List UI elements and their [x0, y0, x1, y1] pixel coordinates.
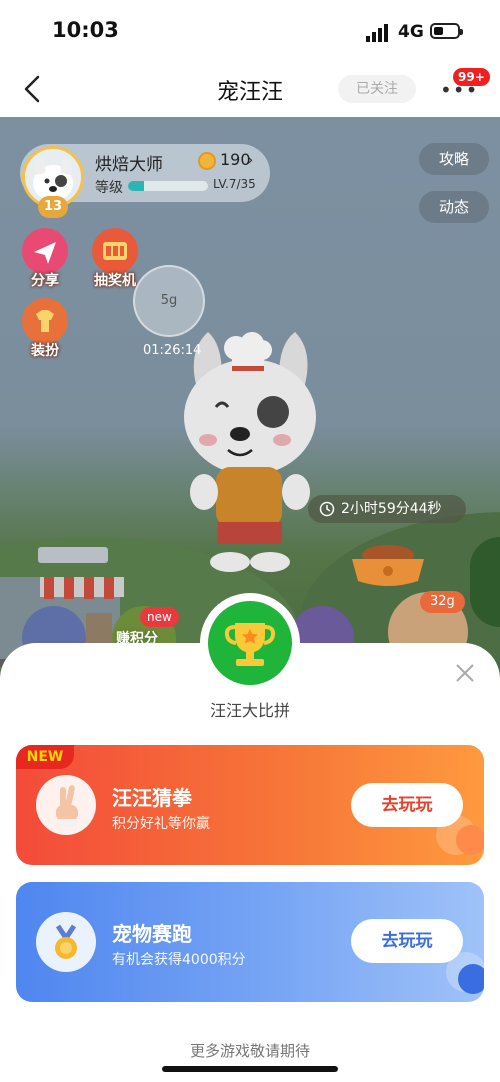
- close-icon[interactable]: [454, 662, 476, 684]
- network-label: 4G: [398, 22, 424, 42]
- game-title: 宠物赛跑: [112, 922, 192, 946]
- paw-decoration: [456, 825, 484, 855]
- battery-icon: [430, 23, 463, 39]
- play-button[interactable]: 去玩玩: [351, 783, 463, 827]
- chef-hat: [224, 332, 272, 371]
- dress-up-icon[interactable]: [22, 298, 68, 344]
- status-time: 10:03: [52, 18, 119, 42]
- trophy-icon: [208, 601, 292, 685]
- game-title: 汪汪猜拳: [112, 786, 192, 810]
- share-label: 分享: [31, 273, 59, 289]
- game-subtitle: 有机会获得4000积分: [112, 952, 246, 968]
- feed-countdown: 2小时59分44秒: [308, 495, 466, 523]
- chevron-right-icon[interactable]: ›: [247, 150, 253, 169]
- share-icon[interactable]: [22, 228, 68, 274]
- activity-button[interactable]: 动态: [419, 191, 489, 223]
- home-indicator[interactable]: [162, 1066, 338, 1072]
- countdown-text: 2小时59分44秒: [341, 501, 442, 517]
- dress-up-label: 装扮: [31, 343, 59, 359]
- bubble-timer: 01:26:14: [143, 343, 202, 358]
- level-text: LV.7/35: [213, 177, 256, 191]
- more-games-text: 更多游戏敬请期待: [189, 1042, 310, 1060]
- play-button[interactable]: 去玩玩: [351, 919, 463, 963]
- coin-icon: [198, 152, 216, 170]
- follow-button[interactable]: 已关注: [338, 75, 416, 103]
- new-tag: new: [140, 607, 179, 627]
- coin-count[interactable]: 190: [220, 150, 251, 169]
- victory-hand-icon: [36, 775, 96, 835]
- game-subtitle: 积分好礼等你赢: [112, 816, 210, 832]
- food-amount-tag: 32g: [420, 591, 465, 613]
- new-label: NEW: [16, 745, 74, 769]
- food-bowl[interactable]: [350, 537, 426, 587]
- level-progress-bar: [128, 181, 208, 191]
- sheet-title: 汪汪大比拼: [209, 701, 290, 720]
- reward-bubble[interactable]: 5g: [133, 265, 205, 337]
- level-label: 等级: [95, 180, 123, 196]
- paw-decoration: [458, 964, 484, 994]
- level-badge: 13: [38, 196, 68, 218]
- tree: [470, 537, 500, 627]
- level-progress-fill: [128, 181, 144, 191]
- clock-icon: [319, 501, 335, 517]
- pet-name: 烘焙大师: [95, 155, 163, 175]
- signal-icon: [366, 24, 388, 42]
- medal-icon: [36, 912, 96, 972]
- page-title: 宠汪汪: [216, 80, 283, 105]
- notification-badge: 99+: [453, 68, 490, 86]
- lottery-icon[interactable]: [92, 228, 138, 274]
- strategy-button[interactable]: 攻略: [419, 143, 489, 175]
